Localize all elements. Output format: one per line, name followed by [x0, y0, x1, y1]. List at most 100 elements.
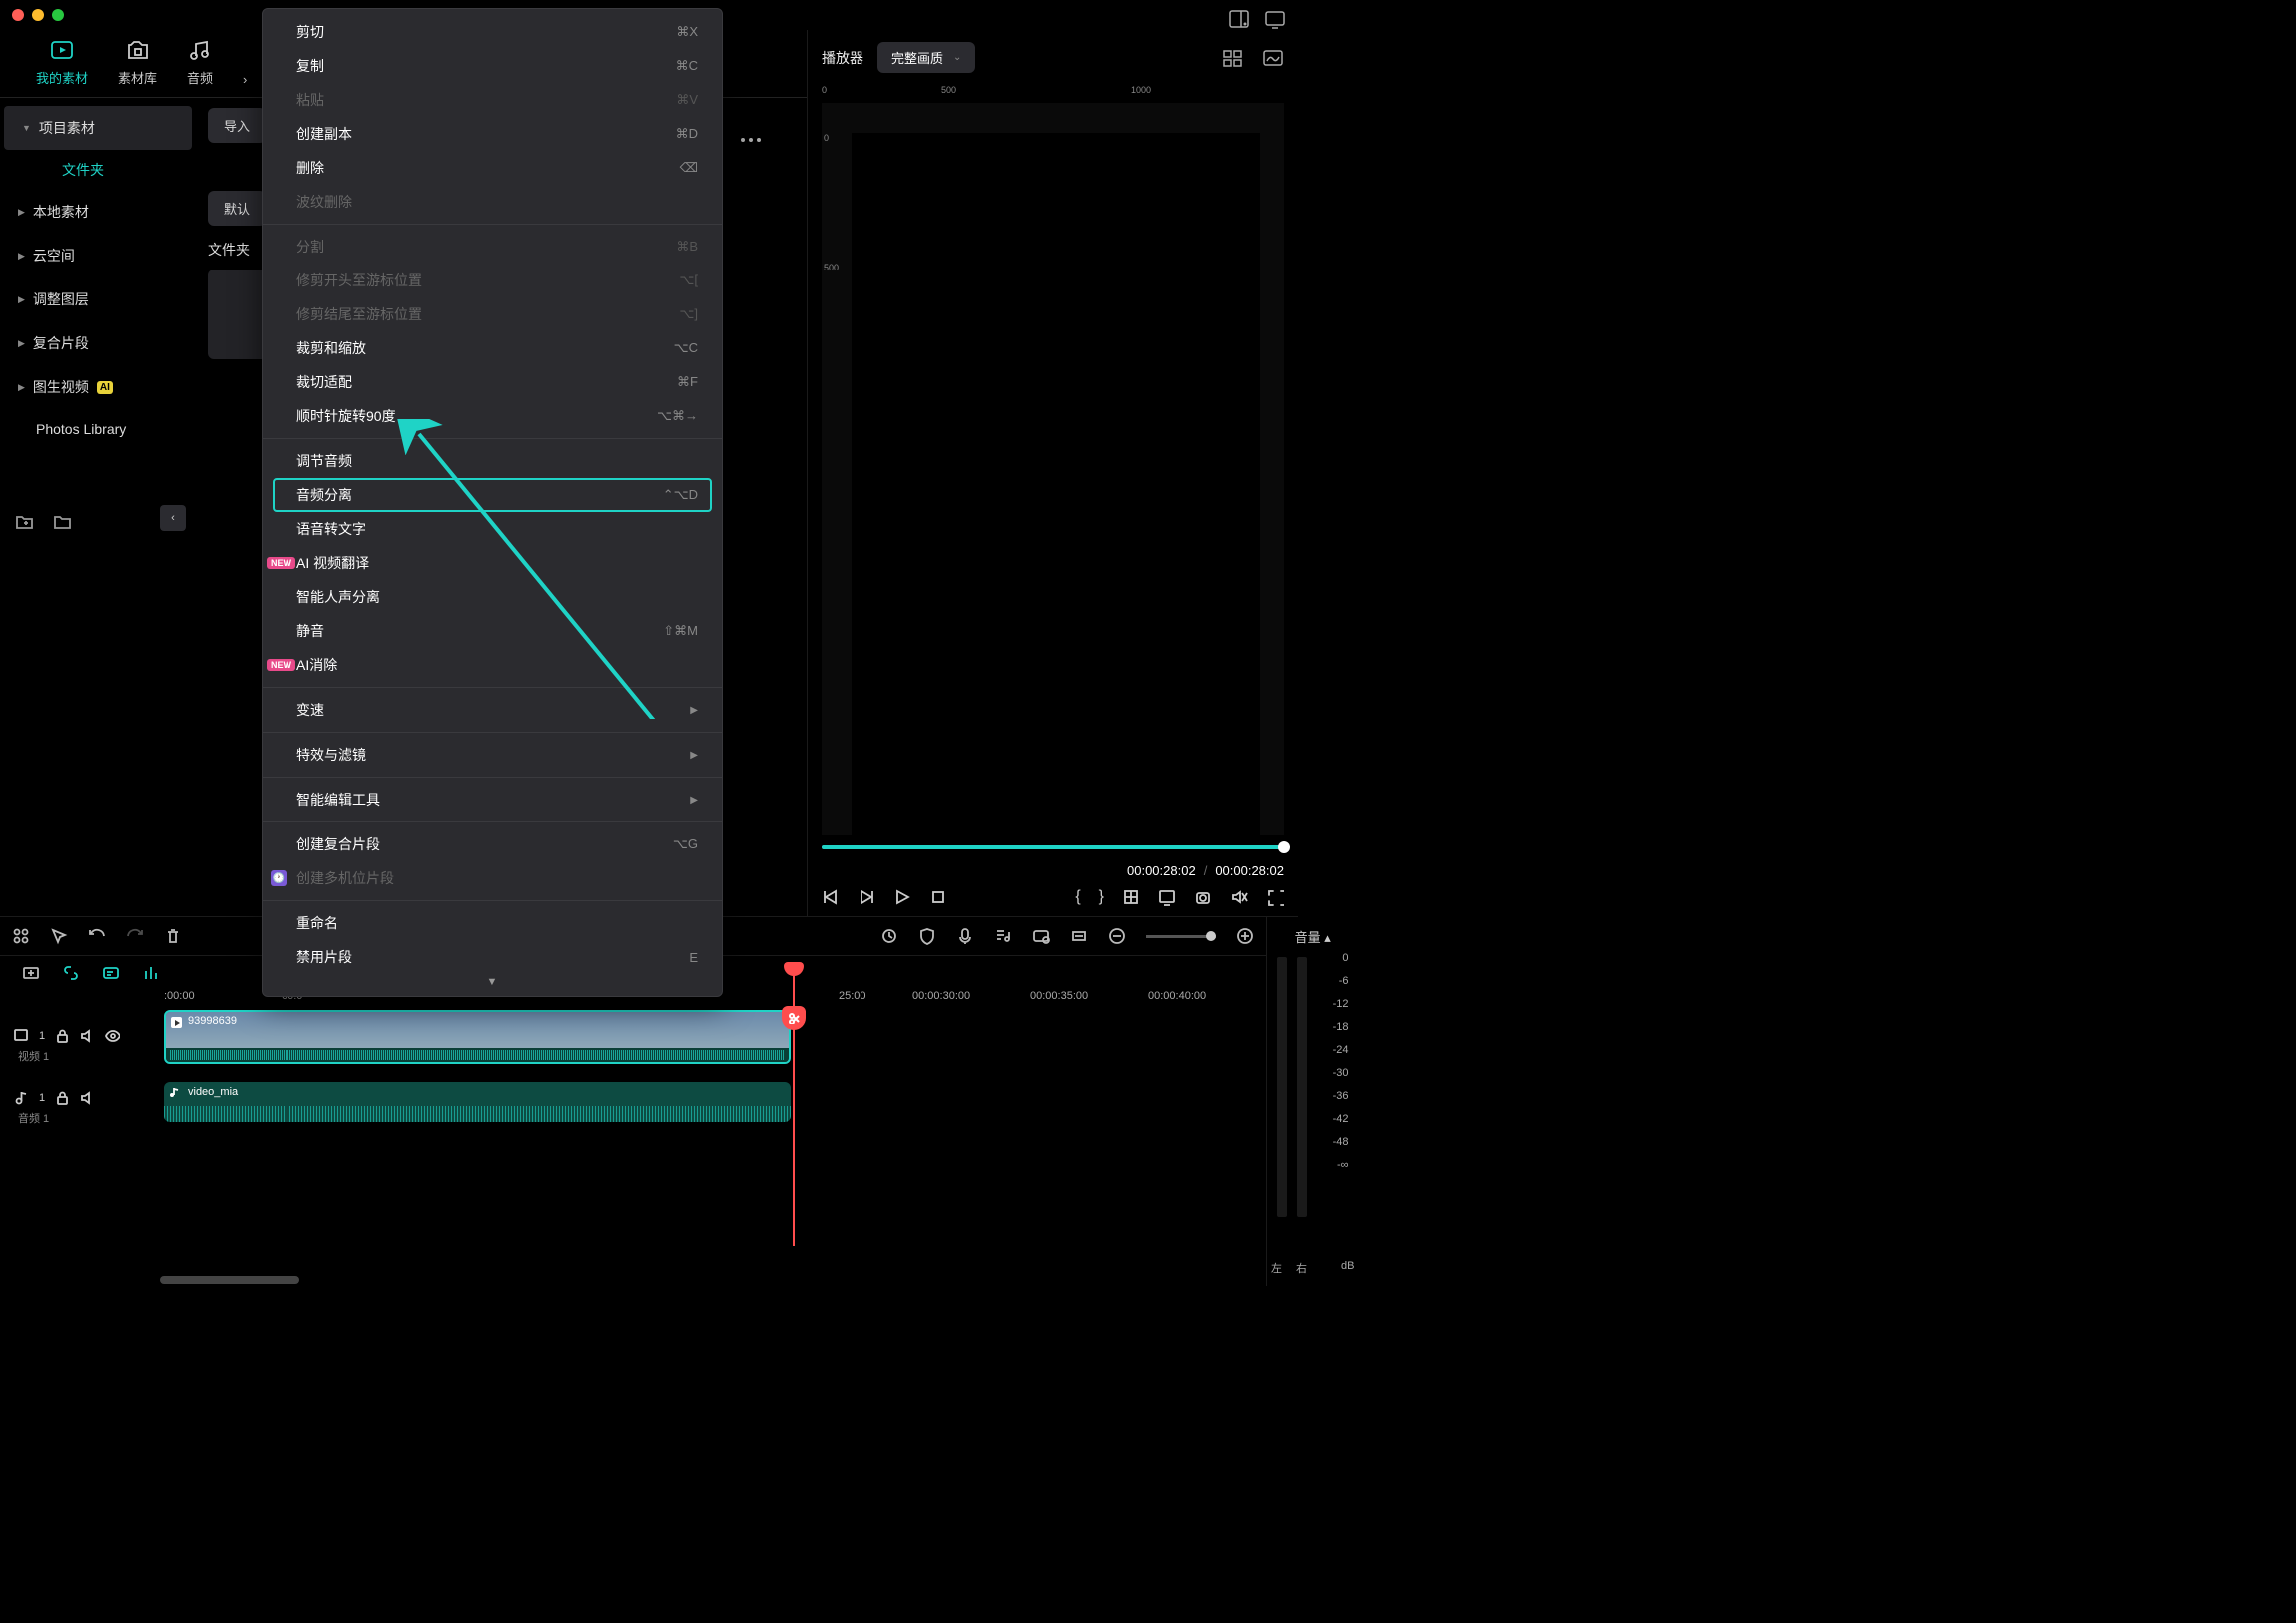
tab-audio[interactable]: 音频 [187, 38, 213, 87]
undo-icon[interactable] [88, 927, 106, 945]
video-clip[interactable]: 93998639 [164, 1010, 791, 1064]
timeline-tracks[interactable]: 1 视频 1 1 音频 1 93998639 vide [0, 1002, 1266, 1286]
magnetic-icon[interactable] [142, 964, 160, 982]
new-folder-icon[interactable] [14, 511, 34, 531]
shield-icon[interactable] [918, 927, 936, 945]
mark-in-icon[interactable]: { [1075, 888, 1080, 906]
tab-my-assets[interactable]: 我的素材 [36, 38, 88, 87]
menu-ai-translate[interactable]: NEWAI 视频翻译 [263, 546, 722, 580]
prev-frame-icon[interactable] [822, 888, 840, 906]
modules-icon[interactable] [12, 927, 30, 945]
cast-icon[interactable] [1158, 888, 1176, 906]
default-button[interactable]: 默认 [208, 191, 266, 226]
menu-vocal-separate[interactable]: 智能人声分离 [263, 580, 722, 614]
sidebar-item-local[interactable]: ▶本地素材 [0, 190, 196, 234]
quality-select[interactable]: 完整画质⌄ [877, 42, 975, 73]
mark-out-icon[interactable]: } [1099, 888, 1104, 906]
scope-icon[interactable] [1262, 48, 1284, 68]
menu-disable-clip[interactable]: 禁用片段E [263, 940, 722, 974]
marker-grid-icon[interactable] [1122, 888, 1140, 906]
folder-icon[interactable] [52, 511, 72, 531]
fit-icon[interactable] [1070, 927, 1088, 945]
menu-crop-zoom[interactable]: 裁剪和缩放⌥C [263, 331, 722, 365]
zoom-in-icon[interactable] [1236, 927, 1254, 945]
playhead-scissors-icon[interactable] [782, 1006, 806, 1030]
sidebar-item-compound[interactable]: ▶复合片段 [0, 321, 196, 365]
layout-icon[interactable] [1228, 8, 1250, 30]
menu-trim-start: 修剪开头至游标位置⌥[ [263, 264, 722, 297]
redo-icon[interactable] [126, 927, 144, 945]
pointer-icon[interactable] [50, 927, 68, 945]
delete-icon[interactable] [164, 927, 182, 945]
subtitle-icon[interactable] [102, 964, 120, 982]
audio-track-head[interactable]: 1 [0, 1084, 160, 1111]
collapse-sidebar-button[interactable]: ‹ [160, 505, 186, 531]
timeline-scrollbar[interactable] [160, 1276, 299, 1284]
playhead[interactable] [793, 966, 795, 1246]
player-controls: { } [808, 882, 1298, 916]
speaker-icon[interactable] [80, 1028, 95, 1043]
lock-icon[interactable] [55, 1090, 70, 1105]
display-icon[interactable] [1264, 8, 1286, 30]
fullscreen-icon[interactable] [1266, 888, 1284, 906]
preview-area[interactable]: 0500 [822, 103, 1284, 835]
menu-trim-end: 修剪结尾至游标位置⌥] [263, 297, 722, 331]
menu-split: 分割⌘B [263, 230, 722, 264]
play-icon[interactable] [893, 888, 911, 906]
menu-effects-filters[interactable]: 特效与滤镜▶ [263, 738, 722, 772]
more-menu-button[interactable] [741, 138, 761, 142]
sidebar-item-cloud[interactable]: ▶云空间 [0, 234, 196, 277]
menu-delete[interactable]: 删除⌫ [263, 151, 722, 185]
close-window-button[interactable] [12, 9, 24, 21]
link-clips-icon[interactable] [62, 964, 80, 982]
zoom-slider[interactable] [1146, 935, 1216, 938]
sidebar-subfolder[interactable]: 文件夹 [0, 150, 196, 190]
volume-panel: 音量 ▴ 0-6-12-18-24-30-36-42-48-∞ 左右dB [1266, 917, 1358, 1286]
menu-speech-to-text[interactable]: 语音转文字 [263, 512, 722, 546]
video-track-head[interactable]: 1 [0, 1022, 160, 1049]
menu-adjust-audio[interactable]: 调节音频 [263, 444, 722, 478]
minimize-window-button[interactable] [32, 9, 44, 21]
context-menu: 剪切⌘X 复制⌘C 粘贴⌘V 创建副本⌘D 删除⌫ 波纹删除 分割⌘B 修剪开头… [262, 8, 723, 997]
import-button[interactable]: 导入 [208, 108, 266, 143]
eye-icon[interactable] [105, 1028, 120, 1043]
menu-cut[interactable]: 剪切⌘X [263, 15, 722, 49]
grid-view-icon[interactable] [1222, 48, 1244, 68]
volume-label[interactable]: 音量 ▴ [1295, 927, 1331, 946]
menu-detach-audio[interactable]: 音频分离⌃⌥D [273, 478, 712, 512]
menu-speed[interactable]: 变速▶ [263, 693, 722, 727]
maximize-window-button[interactable] [52, 9, 64, 21]
menu-rename[interactable]: 重命名 [263, 906, 722, 940]
loop-icon[interactable] [880, 927, 898, 945]
camera-icon[interactable] [1194, 888, 1212, 906]
menu-smart-tools[interactable]: 智能编辑工具▶ [263, 783, 722, 816]
top-actions [1228, 8, 1286, 30]
tab-more[interactable]: › [243, 72, 247, 87]
next-frame-icon[interactable] [858, 888, 875, 906]
add-track-icon[interactable] [22, 964, 40, 982]
mute-icon[interactable] [1230, 888, 1248, 906]
mic-icon[interactable] [956, 927, 974, 945]
sidebar-item-adjust-layer[interactable]: ▶调整图层 [0, 277, 196, 321]
menu-copy[interactable]: 复制⌘C [263, 49, 722, 83]
menu-duplicate[interactable]: 创建副本⌘D [263, 117, 722, 151]
zoom-out-icon[interactable] [1108, 927, 1126, 945]
menu-crop-fit[interactable]: 裁切适配⌘F [263, 365, 722, 399]
menu-mute[interactable]: 静音⇧⌘M [263, 614, 722, 648]
music-list-icon[interactable] [994, 927, 1012, 945]
sidebar-item-photos-library[interactable]: Photos Library [0, 409, 196, 449]
tab-library[interactable]: 素材库 [118, 38, 157, 87]
video-track-label: 视频 1 [18, 1048, 49, 1064]
menu-create-compound[interactable]: 创建复合片段⌥G [263, 827, 722, 861]
seekbar[interactable] [822, 845, 1284, 849]
stop-icon[interactable] [929, 888, 947, 906]
menu-rotate-90[interactable]: 顺时针旋转90度⌥⌘→ [263, 399, 722, 433]
menu-ai-remove[interactable]: NEWAI消除 [263, 648, 722, 682]
sidebar-item-project-assets[interactable]: ▼项目素材 [4, 106, 192, 150]
link-icon[interactable] [1032, 927, 1050, 945]
sidebar-item-image-to-video[interactable]: ▶图生视频AI [0, 365, 196, 409]
menu-more-below-icon[interactable]: ▼ [263, 974, 722, 990]
lock-icon[interactable] [55, 1028, 70, 1043]
audio-clip[interactable]: video_mia [164, 1082, 791, 1122]
speaker-icon[interactable] [80, 1090, 95, 1105]
